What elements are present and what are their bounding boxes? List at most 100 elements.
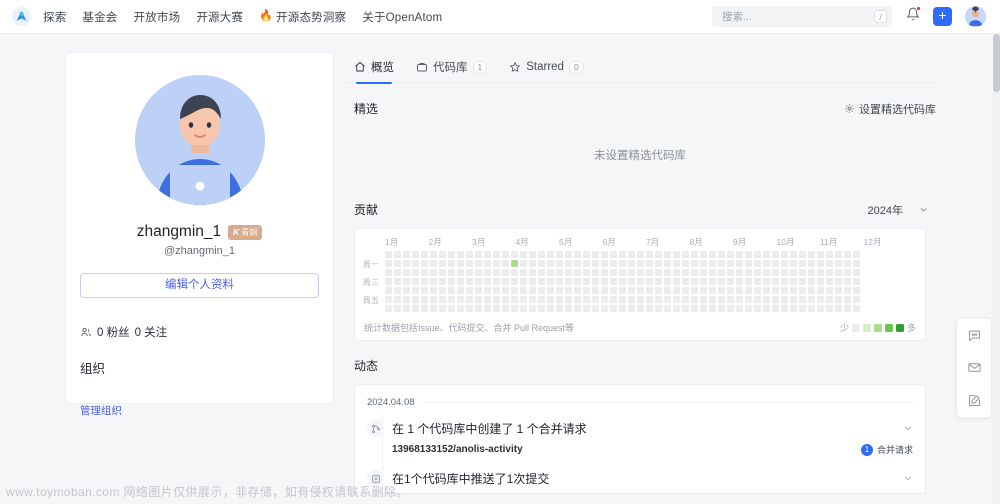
heatmap-cell[interactable] (448, 296, 455, 303)
heatmap-cell[interactable] (403, 287, 410, 294)
heatmap-cell[interactable] (844, 260, 851, 267)
heatmap-cell[interactable] (403, 251, 410, 258)
heatmap-cell[interactable] (736, 269, 743, 276)
heatmap-cell[interactable] (394, 287, 401, 294)
heatmap-cell[interactable] (601, 278, 608, 285)
heatmap-cell[interactable] (583, 305, 590, 312)
heatmap-cell[interactable] (808, 251, 815, 258)
heatmap-cell[interactable] (727, 251, 734, 258)
chevron-down-icon[interactable] (903, 423, 913, 435)
heatmap-cell[interactable] (700, 278, 707, 285)
heatmap-cell[interactable] (502, 260, 509, 267)
person-laptop-avatar[interactable] (134, 75, 265, 205)
heatmap-cell[interactable] (385, 287, 392, 294)
heatmap-cell[interactable] (403, 278, 410, 285)
heatmap-cell[interactable] (583, 287, 590, 294)
heatmap-cell[interactable] (655, 251, 662, 258)
heatmap-cell[interactable] (619, 260, 626, 267)
heatmap-cell[interactable] (826, 269, 833, 276)
heatmap-cell[interactable] (763, 287, 770, 294)
year-selector[interactable]: 2024年 (868, 202, 936, 218)
heatmap-cell[interactable] (655, 305, 662, 312)
heatmap-cell[interactable] (394, 260, 401, 267)
heatmap-cell[interactable] (682, 305, 689, 312)
heatmap-cell[interactable] (520, 287, 527, 294)
heatmap-cell[interactable] (529, 278, 536, 285)
heatmap-cell[interactable] (556, 251, 563, 258)
heatmap-cell[interactable] (439, 305, 446, 312)
heatmap-cell[interactable] (673, 278, 680, 285)
heatmap-cell[interactable] (772, 305, 779, 312)
heatmap-cell[interactable] (430, 260, 437, 267)
heatmap-cell[interactable] (574, 251, 581, 258)
heatmap-cell[interactable] (556, 260, 563, 267)
heatmap-cell[interactable] (466, 287, 473, 294)
heatmap-cell[interactable] (412, 260, 419, 267)
heatmap-cell[interactable] (772, 260, 779, 267)
heatmap-cell[interactable] (682, 287, 689, 294)
heatmap-cell[interactable] (646, 296, 653, 303)
heatmap-cell[interactable] (511, 269, 518, 276)
heatmap-cell[interactable] (511, 287, 518, 294)
heatmap-cell[interactable] (475, 278, 482, 285)
heatmap-cell[interactable] (439, 296, 446, 303)
heatmap-cell[interactable] (583, 296, 590, 303)
heatmap-cell[interactable] (502, 305, 509, 312)
heatmap-cell[interactable] (808, 269, 815, 276)
heatmap-cell[interactable] (763, 260, 770, 267)
heatmap-cell[interactable] (547, 296, 554, 303)
heatmap-cell[interactable] (781, 260, 788, 267)
heatmap-cell[interactable] (493, 260, 500, 267)
heatmap-cell[interactable] (493, 296, 500, 303)
heatmap-cell[interactable] (628, 287, 635, 294)
heatmap-cell[interactable] (412, 287, 419, 294)
heatmap-cell[interactable] (736, 287, 743, 294)
heatmap-cell[interactable] (547, 287, 554, 294)
heatmap-cell[interactable] (727, 278, 734, 285)
heatmap-cell[interactable] (817, 296, 824, 303)
heatmap-cell[interactable] (601, 269, 608, 276)
envelope-icon[interactable] (963, 357, 985, 379)
heatmap-cell[interactable] (610, 260, 617, 267)
heatmap-cell[interactable] (493, 305, 500, 312)
heatmap-cell[interactable] (466, 278, 473, 285)
heatmap-cell[interactable] (673, 251, 680, 258)
heatmap-cell[interactable] (655, 260, 662, 267)
heatmap-cell[interactable] (745, 305, 752, 312)
heatmap-cell[interactable] (538, 251, 545, 258)
heatmap-cell[interactable] (736, 296, 743, 303)
heatmap-cell[interactable] (529, 251, 536, 258)
heatmap-cell[interactable] (817, 305, 824, 312)
heatmap-cell[interactable] (718, 305, 725, 312)
heatmap-cell[interactable] (547, 278, 554, 285)
heatmap-cell[interactable] (682, 269, 689, 276)
heatmap-cell[interactable] (682, 260, 689, 267)
heatmap-cell[interactable] (403, 305, 410, 312)
heatmap-cell[interactable] (691, 305, 698, 312)
heatmap-cell[interactable] (853, 278, 860, 285)
heatmap-cell[interactable] (745, 269, 752, 276)
heatmap-cell[interactable] (844, 287, 851, 294)
heatmap-cell[interactable] (826, 296, 833, 303)
heatmap-cell[interactable] (619, 287, 626, 294)
heatmap-cell[interactable] (565, 260, 572, 267)
heatmap-cell[interactable] (412, 305, 419, 312)
heatmap-cell[interactable] (673, 269, 680, 276)
heatmap-cell[interactable] (448, 269, 455, 276)
heatmap-cell[interactable] (826, 251, 833, 258)
edit-pencil-icon[interactable] (963, 390, 985, 412)
heatmap-cell[interactable] (574, 305, 581, 312)
heatmap-cell[interactable] (574, 278, 581, 285)
heatmap-cell[interactable] (673, 287, 680, 294)
heatmap-cell[interactable] (781, 278, 788, 285)
heatmap-cell[interactable] (394, 278, 401, 285)
heatmap-cell[interactable] (853, 260, 860, 267)
heatmap-cell[interactable] (547, 251, 554, 258)
heatmap-cell[interactable] (601, 296, 608, 303)
heatmap-cell[interactable] (799, 287, 806, 294)
heatmap-cell[interactable] (601, 251, 608, 258)
heatmap-cell[interactable] (556, 278, 563, 285)
heatmap-cell[interactable] (529, 287, 536, 294)
heatmap-cell[interactable] (430, 287, 437, 294)
heatmap-cell[interactable] (466, 269, 473, 276)
